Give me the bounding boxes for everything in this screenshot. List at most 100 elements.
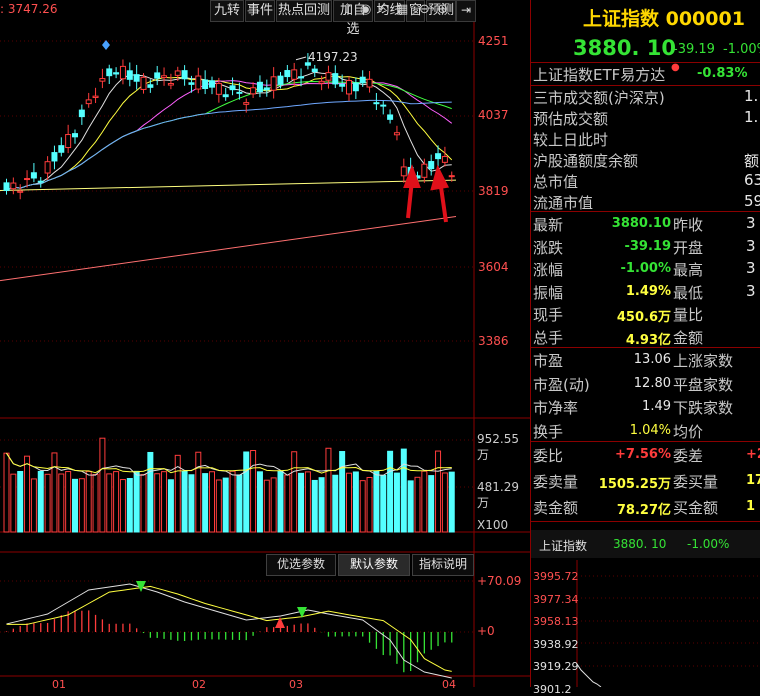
mini-chart-header[interactable]: 上证指数 3880. 10 -1.00% <box>531 530 760 558</box>
volume-bar <box>24 455 31 533</box>
volume-bar <box>298 472 305 533</box>
quote-value: 3 <box>746 281 756 300</box>
price-change-pct: -1.00% <box>723 42 760 57</box>
quote-value: 3 <box>746 236 756 255</box>
valuation-label: 下跌家数 <box>673 399 734 417</box>
macd-dif-line <box>6 583 452 679</box>
volume-bar <box>133 470 140 533</box>
quote-label: 最高 <box>673 261 704 279</box>
high-marker-line <box>295 56 307 61</box>
valuation-value: 1.49 <box>642 399 671 414</box>
time-axis-label: 02 <box>192 678 206 691</box>
volume-bar <box>10 473 17 533</box>
mini-axis-label: 3901.2 <box>533 682 572 696</box>
valuation-label: 换手 <box>533 422 564 441</box>
candle-body <box>243 102 250 105</box>
toolbar-button-1[interactable]: 事件 <box>245 0 275 22</box>
candle-body <box>435 153 442 160</box>
candle-body <box>161 75 168 79</box>
volume-bar <box>291 451 298 533</box>
order-row: 委卖量 1505.25万 委买量 17 <box>531 471 760 492</box>
kline-chart-area[interactable]: : 3747.26 九转 事件 热点回测 加自选 均线窗预测 ⇧ ◉ ↶ ▦ ⊖ ⊕ ⇥… <box>0 0 530 691</box>
order-row: 卖金额 78.27亿 买金额 1 <box>531 497 760 518</box>
quote-label: 现手 <box>533 306 564 324</box>
eye-icon[interactable]: ◉ <box>360 2 371 17</box>
candle-body <box>318 80 325 84</box>
order-value: +7.56% <box>615 447 671 462</box>
market-info-value: 额 <box>744 152 760 170</box>
volume-bar <box>222 477 229 533</box>
collapse-panel-button[interactable]: ⇥ <box>456 0 476 22</box>
volume-bar <box>215 479 222 533</box>
candle-body <box>263 87 270 91</box>
candle-body <box>174 70 181 76</box>
toolbar-button-0[interactable]: 九转 <box>210 0 244 22</box>
volume-bar <box>284 474 291 533</box>
candle-body <box>24 178 31 181</box>
high-price-label: 4197.23 <box>308 50 358 64</box>
candle-body <box>441 156 448 163</box>
quote-value: 450.6万 <box>616 310 671 325</box>
candle-body <box>85 99 92 105</box>
order-label: 卖金额 <box>533 499 579 517</box>
valuation-value: 1.04% <box>629 422 671 438</box>
candle-body <box>352 82 359 92</box>
volume-bar <box>366 476 373 533</box>
candle-body <box>3 182 10 191</box>
volume-bar <box>263 479 270 533</box>
mini-index-name: 上证指数 <box>539 539 588 553</box>
valuation-label: 市盈 <box>533 352 564 370</box>
etf-row[interactable]: 上证指数ETF易方达 ● -0.83% <box>531 62 760 85</box>
volume-bar <box>30 478 37 533</box>
market-info-row: 三市成交额(沪深京) 1. <box>531 87 760 108</box>
order-row: 委比 +7.56%委差 +2 <box>531 445 760 466</box>
candle-body <box>17 190 24 193</box>
order-value: +2 <box>746 447 760 462</box>
order-value: 1 <box>746 499 756 514</box>
order-value: 1505.25万 <box>598 477 671 492</box>
quote-value: 1.49% <box>625 283 671 299</box>
arrow-right-icon: ⇥ <box>460 3 472 17</box>
optimal-params-button[interactable]: 优选参数 <box>266 554 336 576</box>
volume-bar <box>304 471 311 533</box>
volume-bar <box>181 470 188 533</box>
toolbar-button-2[interactable]: 热点回测 <box>276 0 332 22</box>
candle-body <box>298 76 305 79</box>
quote-value: 4.93亿 <box>625 332 671 348</box>
time-axis-label: 01 <box>52 678 66 691</box>
candle-body <box>154 72 161 79</box>
candle-body <box>366 78 373 88</box>
market-info-label: 三市成交额(沪深京) <box>533 89 665 107</box>
volume-bar <box>119 479 126 533</box>
mini-axis-label: 3977.34 <box>533 592 579 606</box>
volume-bar <box>250 450 257 533</box>
market-info-value: 1. <box>744 108 759 126</box>
volume-bar <box>346 472 352 533</box>
volume-bar <box>421 470 428 533</box>
volume-bar <box>106 473 113 533</box>
zoom-out-icon[interactable]: ⊖ <box>419 2 430 17</box>
market-info-row: 沪股通额度余额 额 <box>531 150 760 171</box>
default-params-button[interactable]: 默认参数 <box>338 554 410 576</box>
zoom-in-icon[interactable]: ⊕ <box>437 2 448 17</box>
volume-bar <box>339 451 346 533</box>
candle-body <box>428 161 435 170</box>
valuation-row: 市净率 1.49 下跌家数 <box>531 397 760 418</box>
undo-icon[interactable]: ↶ <box>378 2 389 17</box>
valuation-row: 市盈 13.06 上涨家数 <box>531 350 760 371</box>
ma5-line <box>6 71 452 191</box>
candle-body <box>140 76 147 90</box>
kline-chart-canvas[interactable] <box>0 0 530 687</box>
calendar-icon[interactable]: ▦ <box>396 2 408 17</box>
volume-bar <box>147 451 154 533</box>
indicator-help-button[interactable]: 指标说明 <box>412 554 474 576</box>
candle-body <box>78 109 85 118</box>
candle-body <box>44 161 51 174</box>
candle-body <box>421 163 428 178</box>
upload-icon[interactable]: ⇧ <box>342 2 353 17</box>
volume-axis-label: 481.29万 <box>477 480 519 510</box>
volume-bar <box>72 478 78 533</box>
volume-bar <box>17 470 24 533</box>
volume-bar <box>99 437 106 533</box>
market-info-label: 沪股通额度余额 <box>533 152 639 170</box>
